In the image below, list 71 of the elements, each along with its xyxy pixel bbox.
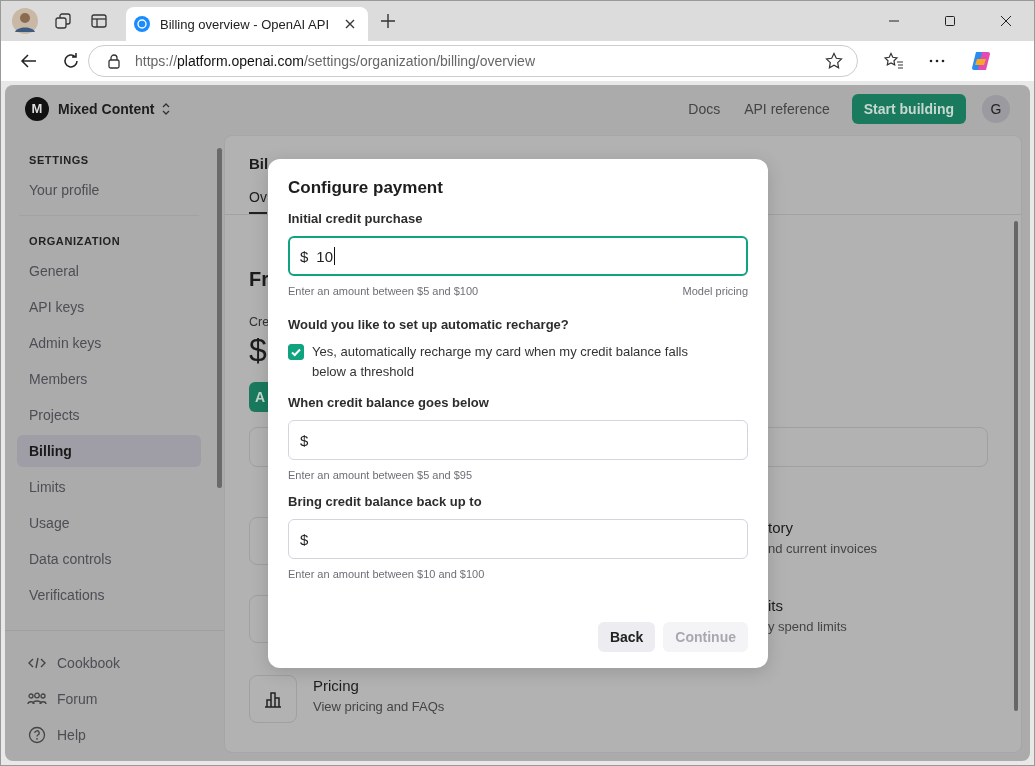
sidebar-item[interactable]: Members — [17, 363, 201, 395]
field-hint: Enter an amount between $5 and $100 — [288, 285, 479, 297]
dialog-button[interactable]: Back — [597, 622, 656, 652]
section-heading: Fr — [249, 268, 269, 291]
sidebar-item[interactable]: Usage — [17, 507, 201, 539]
people-icon — [27, 692, 47, 706]
start-building-button[interactable]: Start building — [851, 93, 966, 124]
favorites-icon[interactable] — [884, 52, 904, 70]
browser-tab[interactable]: Billing overview - OpenAI API — [126, 7, 368, 41]
sidebar-item[interactable]: Verifications — [17, 579, 201, 611]
refresh-icon[interactable] — [62, 52, 80, 70]
question-text: Would you like to set up automatic recharge? — [288, 317, 570, 332]
org-logo: M — [25, 96, 49, 121]
sidebar-item[interactable]: Your profile — [17, 174, 201, 206]
card-description: nd current invoices — [768, 541, 878, 556]
tab-actions-icon[interactable] — [90, 12, 108, 30]
card-title[interactable]: tory — [768, 519, 793, 536]
model-pricing-link[interactable]: Model pricing — [682, 285, 748, 297]
field-label: Bring credit balance back up to — [288, 494, 483, 509]
credit-label: Cre — [249, 315, 270, 329]
section-heading: SETTINGS — [28, 153, 90, 168]
url-text: https://platform.openai.com/settings/organization/billing/overview — [135, 53, 535, 69]
sidebar-item[interactable]: Projects — [17, 399, 201, 431]
card-description: y spend limits — [768, 619, 847, 634]
field-label: When credit balance goes below — [288, 395, 490, 410]
close-icon[interactable] — [1000, 15, 1012, 27]
card-title[interactable]: Pricing — [313, 677, 359, 694]
sidebar-item[interactable]: General — [17, 255, 201, 287]
avatar-icon[interactable] — [12, 8, 38, 34]
field-hint: Enter an amount between $10 and $100 — [288, 568, 485, 580]
checkbox-label[interactable]: Yes, automatically recharge my card when my credit balance falls below a threshold — [312, 342, 722, 382]
section-heading: ORGANIZATION — [28, 234, 122, 249]
balance-amount: $ — [249, 331, 267, 369]
page-title: Bil — [248, 154, 270, 172]
sidebar-item[interactable]: Billing — [17, 435, 201, 467]
sidebar-item[interactable]: Limits — [17, 471, 201, 503]
help-icon — [27, 726, 47, 744]
field-label: Initial credit purchase — [288, 211, 424, 226]
bar-chart-icon — [263, 689, 283, 709]
dialog-title: Configure payment — [288, 178, 444, 198]
copilot-icon[interactable] — [970, 50, 992, 72]
sidebar-item[interactable]: Data controls — [17, 543, 201, 575]
nav-link[interactable]: API reference — [744, 100, 830, 117]
star-icon[interactable] — [825, 52, 843, 70]
nav-link[interactable]: Docs — [688, 100, 721, 117]
sidebar-link[interactable]: Help — [57, 727, 86, 743]
close-icon[interactable] — [344, 18, 356, 30]
card-description: View pricing and FAQs — [313, 699, 445, 714]
icon-tile[interactable] — [249, 675, 297, 723]
chevron-up-down-icon[interactable] — [161, 101, 172, 116]
checkbox[interactable] — [288, 344, 304, 360]
code-icon — [27, 656, 47, 670]
sidebar-link[interactable]: Cookbook — [57, 655, 121, 671]
org-switcher[interactable]: Mixed Content — [58, 100, 155, 117]
amount-field[interactable]: $ 10 — [288, 236, 748, 276]
amount-field[interactable]: $ — [288, 420, 748, 460]
user-avatar[interactable]: G — [982, 94, 1010, 123]
back-icon[interactable] — [20, 52, 38, 70]
overview-tab[interactable]: Ov — [249, 189, 267, 214]
workspaces-icon[interactable] — [54, 12, 72, 30]
card-title[interactable]: its — [768, 597, 783, 614]
lock-icon — [107, 53, 121, 69]
field-hint: Enter an amount between $5 and $95 — [288, 469, 473, 481]
amount-field[interactable]: $ — [288, 519, 748, 559]
new-tab-icon[interactable] — [380, 13, 396, 29]
tab-title: Billing overview - OpenAI API — [160, 16, 331, 32]
sidebar-item[interactable]: Admin keys — [17, 327, 201, 359]
maximize-icon[interactable] — [944, 15, 956, 27]
sidebar-item[interactable]: API keys — [17, 291, 201, 323]
favicon-icon — [134, 16, 150, 32]
sidebar-link[interactable]: Forum — [57, 691, 98, 707]
